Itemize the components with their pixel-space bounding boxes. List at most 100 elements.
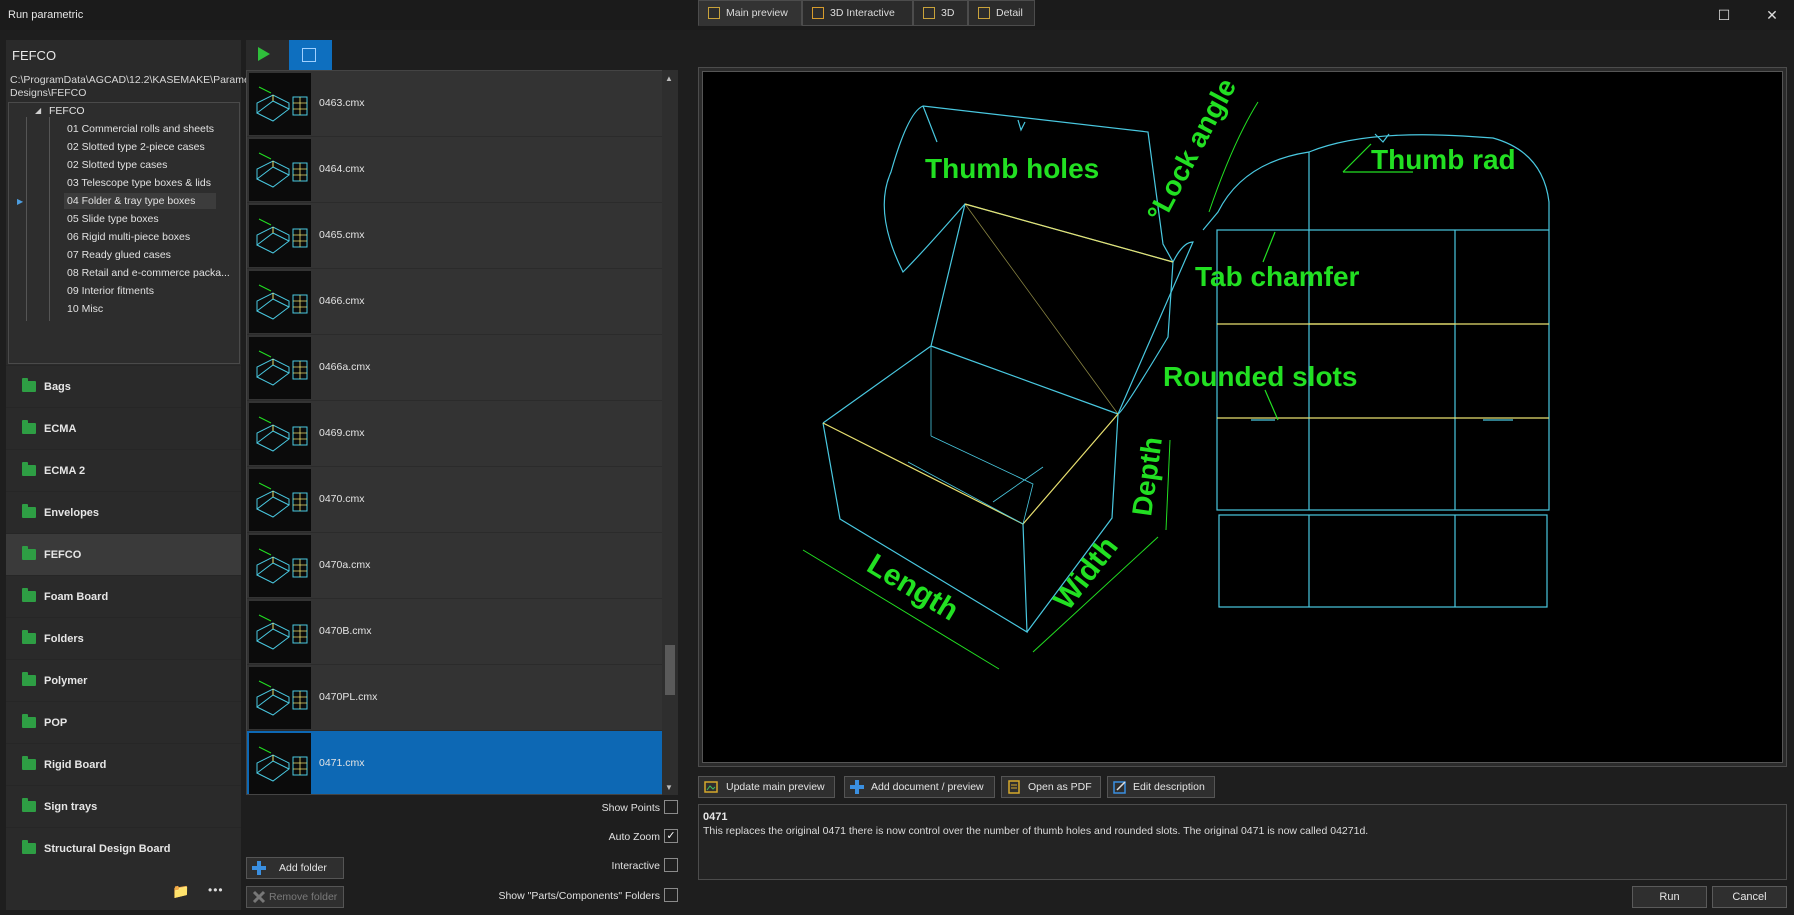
scroll-thumb[interactable] [665, 645, 675, 695]
add-document-preview-label: Add document / preview [871, 781, 984, 793]
folder-icon [22, 420, 36, 434]
remove-folder-label: Remove folder [269, 891, 338, 903]
library-path: C:\ProgramData\AGCAD\12.2\KASEMAKE\Param… [10, 74, 264, 99]
run-play-icon[interactable] [258, 47, 270, 61]
file-name: 0465.cmx [319, 229, 365, 241]
library-item[interactable]: Rigid Board [6, 743, 241, 785]
tab-3d-interactive[interactable]: 3D Interactive [802, 0, 913, 26]
thumbnail-view-button[interactable] [289, 40, 332, 70]
library-title: FEFCO [12, 48, 57, 63]
thumbnail-view-icon [302, 48, 316, 62]
category-tree: ◢ FEFCO 01 Commercial rolls and sheets 02… [8, 102, 240, 364]
folder-icon [22, 672, 36, 686]
interactive-checkbox[interactable] [664, 858, 678, 872]
file-item[interactable]: 0469.cmx [247, 401, 663, 467]
tree-item[interactable]: 03 Telescope type boxes & lids [64, 175, 216, 191]
library-item[interactable]: Envelopes [6, 491, 241, 533]
file-item[interactable]: 0470.cmx [247, 467, 663, 533]
add-plus-icon [850, 780, 864, 794]
file-thumbnail [249, 271, 311, 333]
file-item[interactable]: 0470a.cmx [247, 533, 663, 599]
folder-icon [22, 714, 36, 728]
library-item[interactable]: Sign trays [6, 785, 241, 827]
window-title: Run parametric [8, 9, 84, 21]
library-item[interactable]: ECMA [6, 407, 241, 449]
folder-icon [22, 504, 36, 518]
library-item-label: POP [44, 717, 68, 729]
thumb-holes-label: Thumb holes [925, 153, 1099, 184]
tab-3d[interactable]: 3D [913, 0, 968, 26]
show-points-checkbox[interactable] [664, 800, 678, 814]
auto-zoom-checkbox[interactable]: ✓ [664, 829, 678, 843]
library-item[interactable]: POP [6, 701, 241, 743]
file-item[interactable]: 0466.cmx [247, 269, 663, 335]
run-button[interactable]: Run [1632, 886, 1707, 908]
edit-description-label: Edit description [1133, 781, 1205, 793]
tree-item[interactable]: 02 Slotted type 2-piece cases [64, 139, 216, 155]
tree-collapse-icon[interactable]: ◢ [35, 106, 41, 115]
add-document-preview-button[interactable]: Add document / preview [844, 776, 995, 798]
tree-item[interactable]: 10 Misc [64, 301, 216, 317]
tab-label: Main preview [726, 7, 788, 19]
library-item[interactable]: Bags [6, 365, 241, 407]
preview-icon [708, 7, 720, 19]
tab-detail[interactable]: Detail [968, 0, 1035, 26]
update-main-preview-button[interactable]: Update main preview [698, 776, 835, 798]
file-name: 0470.cmx [319, 493, 365, 505]
auto-zoom-label: Auto Zoom [608, 831, 660, 843]
library-item[interactable]: FEFCO [6, 533, 241, 575]
file-item[interactable]: 0463.cmx [247, 71, 663, 137]
tree-item[interactable]: 07 Ready glued cases [64, 247, 216, 263]
main-preview-canvas[interactable]: Thumb holes Thumb rad Tab chamfer Rounde… [702, 71, 1783, 763]
scroll-up-icon[interactable]: ▲ [665, 74, 673, 83]
depth-dimension-label: Depth [1126, 435, 1168, 518]
show-points-label: Show Points [601, 802, 660, 814]
tab-main-preview[interactable]: Main preview [698, 0, 802, 26]
remove-folder-button[interactable]: Remove folder [246, 886, 344, 908]
file-thumbnail [249, 73, 311, 135]
open-as-pdf-label: Open as PDF [1028, 781, 1092, 793]
file-item[interactable]: 0464.cmx [247, 137, 663, 203]
preview-frame: Thumb holes Thumb rad Tab chamfer Rounde… [698, 67, 1787, 767]
open-as-pdf-button[interactable]: Open as PDF [1001, 776, 1101, 798]
library-item[interactable]: ECMA 2 [6, 449, 241, 491]
open-folder-icon[interactable]: 📁 [172, 883, 189, 900]
file-item[interactable]: 0470PL.cmx [247, 665, 663, 731]
library-item[interactable]: Polymer [6, 659, 241, 701]
tree-item[interactable]: 09 Interior fitments [64, 283, 216, 299]
tree-item[interactable]: 08 Retail and e-commerce packa... [64, 265, 230, 281]
library-item[interactable]: Folders [6, 617, 241, 659]
file-item[interactable]: 0471.cmx [247, 731, 663, 794]
cancel-button[interactable]: Cancel [1712, 886, 1787, 908]
tree-item[interactable]: 04 Folder & tray type boxes [64, 193, 216, 209]
tree-item[interactable]: 02 Slotted type cases [64, 157, 216, 173]
file-list-scrollbar[interactable]: ▲ ▼ [662, 70, 678, 795]
library-item[interactable]: Structural Design Board [6, 827, 241, 869]
file-item[interactable]: 0466a.cmx [247, 335, 663, 401]
tab-label: Detail [996, 7, 1023, 19]
edit-description-button[interactable]: Edit description [1107, 776, 1215, 798]
file-thumbnail [249, 733, 311, 794]
detail-icon [978, 7, 990, 19]
library-item-label: Bags [44, 381, 71, 393]
tree-item[interactable]: 05 Slide type boxes [64, 211, 216, 227]
library-item-label: FEFCO [44, 549, 82, 561]
file-thumbnail [249, 667, 311, 729]
file-thumbnail [249, 469, 311, 531]
maximize-button[interactable]: ☐ [1714, 6, 1734, 24]
show-parts-checkbox[interactable] [664, 888, 678, 902]
tree-item[interactable]: 01 Commercial rolls and sheets [64, 121, 216, 137]
file-thumbnail [249, 601, 311, 663]
close-button[interactable]: ✕ [1762, 6, 1782, 24]
scroll-down-icon[interactable]: ▼ [665, 783, 673, 792]
file-item[interactable]: 0470B.cmx [247, 599, 663, 665]
folder-icon [22, 378, 36, 392]
add-folder-button[interactable]: Add folder [246, 857, 344, 879]
file-name: 0463.cmx [319, 97, 365, 109]
more-options-icon[interactable]: ••• [208, 883, 224, 897]
description-box: 0471 This replaces the original 0471 the… [698, 804, 1787, 880]
library-item[interactable]: Foam Board [6, 575, 241, 617]
tree-item[interactable]: 06 Rigid multi-piece boxes [64, 229, 216, 245]
file-item[interactable]: 0465.cmx [247, 203, 663, 269]
tree-root[interactable]: FEFCO [49, 103, 85, 119]
